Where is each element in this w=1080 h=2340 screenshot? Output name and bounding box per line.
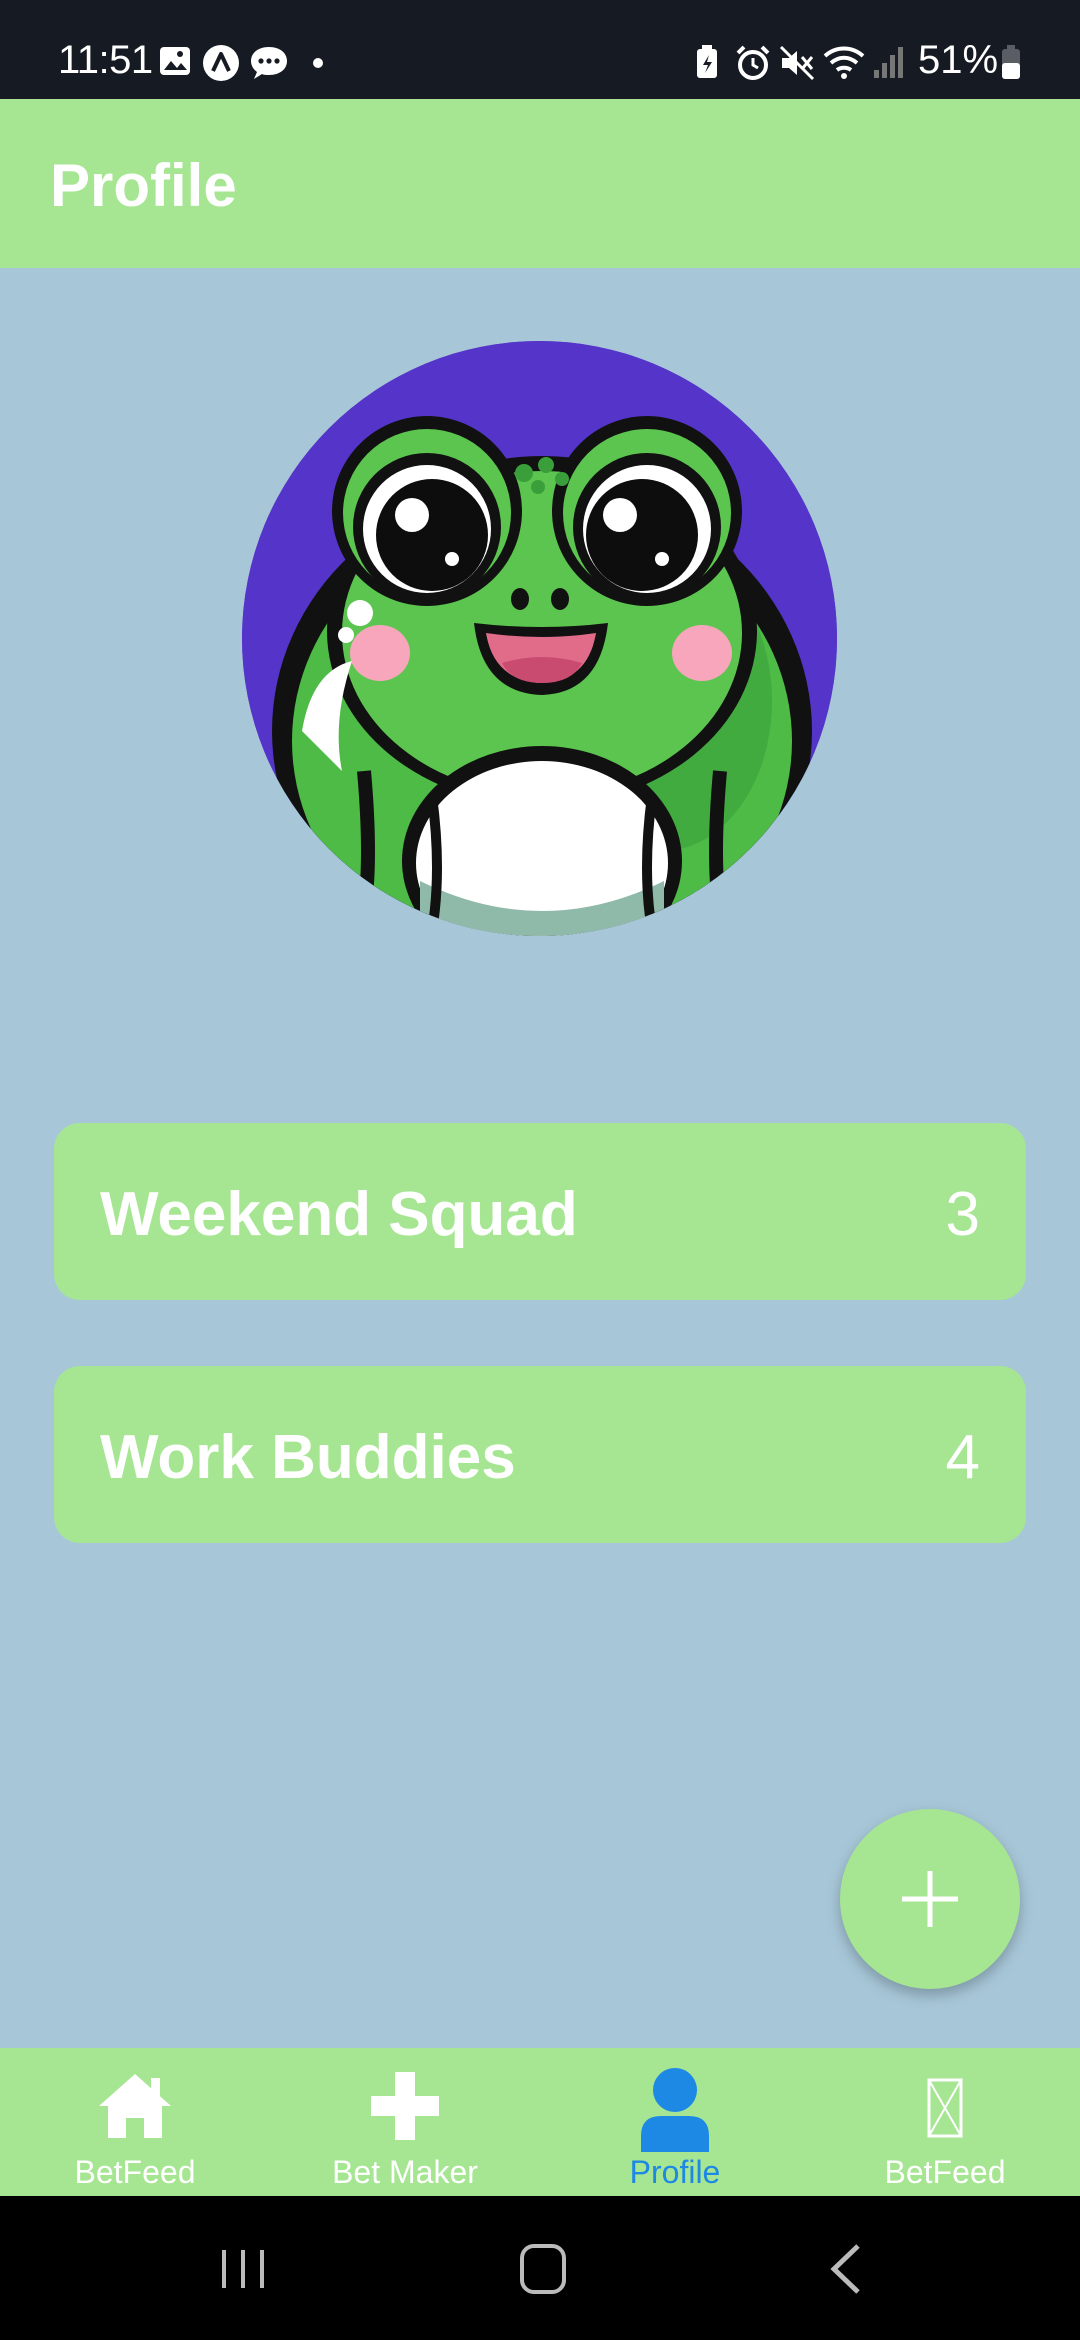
nav-item-bet-maker[interactable]: Bet Maker [270, 2048, 540, 2196]
recent-apps-icon[interactable] [218, 2244, 268, 2294]
app-bar: Profile [0, 99, 1080, 268]
battery-icon [1000, 44, 1022, 85]
system-nav-bar [0, 2196, 1080, 2340]
status-bar: 11:51 51% [0, 0, 1080, 99]
mute-icon [778, 44, 816, 87]
home-button-icon[interactable] [518, 2242, 568, 2296]
nav-item-label: BetFeed [884, 2154, 1006, 2190]
group-member-count: 4 [945, 1423, 980, 1492]
profile-avatar[interactable] [242, 341, 837, 936]
nav-item-label: Bet Maker [332, 2154, 478, 2190]
group-card[interactable]: Work Buddies 4 [54, 1366, 1026, 1543]
add-group-button[interactable] [840, 1809, 1020, 1989]
missing-icon [927, 2078, 963, 2138]
group-card[interactable]: Weekend Squad 3 [54, 1123, 1026, 1300]
app-a-icon [202, 44, 240, 87]
frog-avatar-icon [242, 341, 837, 936]
plus-icon [902, 1871, 958, 1927]
dot-icon [312, 56, 324, 74]
wifi-icon [822, 44, 866, 87]
bottom-nav: BetFeed Bet Maker Profile BetFeed [0, 2048, 1080, 2196]
image-icon [158, 44, 192, 83]
nav-item-profile[interactable]: Profile [540, 2048, 810, 2196]
group-name: Work Buddies [100, 1423, 516, 1492]
home-icon [99, 2074, 171, 2138]
group-member-count: 3 [945, 1180, 980, 1249]
nav-item-betfeed-2[interactable]: BetFeed [810, 2048, 1080, 2196]
plus-cross-icon [371, 2072, 439, 2140]
status-time: 11:51 [58, 38, 153, 82]
battery-saver-icon [694, 44, 720, 85]
chat-bubble-icon [249, 44, 289, 87]
nav-item-label: BetFeed [74, 2154, 196, 2190]
group-name: Weekend Squad [100, 1180, 578, 1249]
battery-percent: 51% [918, 38, 999, 82]
person-icon [641, 2068, 709, 2152]
nav-item-betfeed[interactable]: BetFeed [0, 2048, 270, 2196]
alarm-icon [734, 44, 772, 87]
page-title: Profile [50, 152, 237, 219]
signal-icon [872, 44, 906, 85]
back-icon[interactable] [826, 2242, 866, 2296]
nav-item-label: Profile [629, 2154, 721, 2190]
